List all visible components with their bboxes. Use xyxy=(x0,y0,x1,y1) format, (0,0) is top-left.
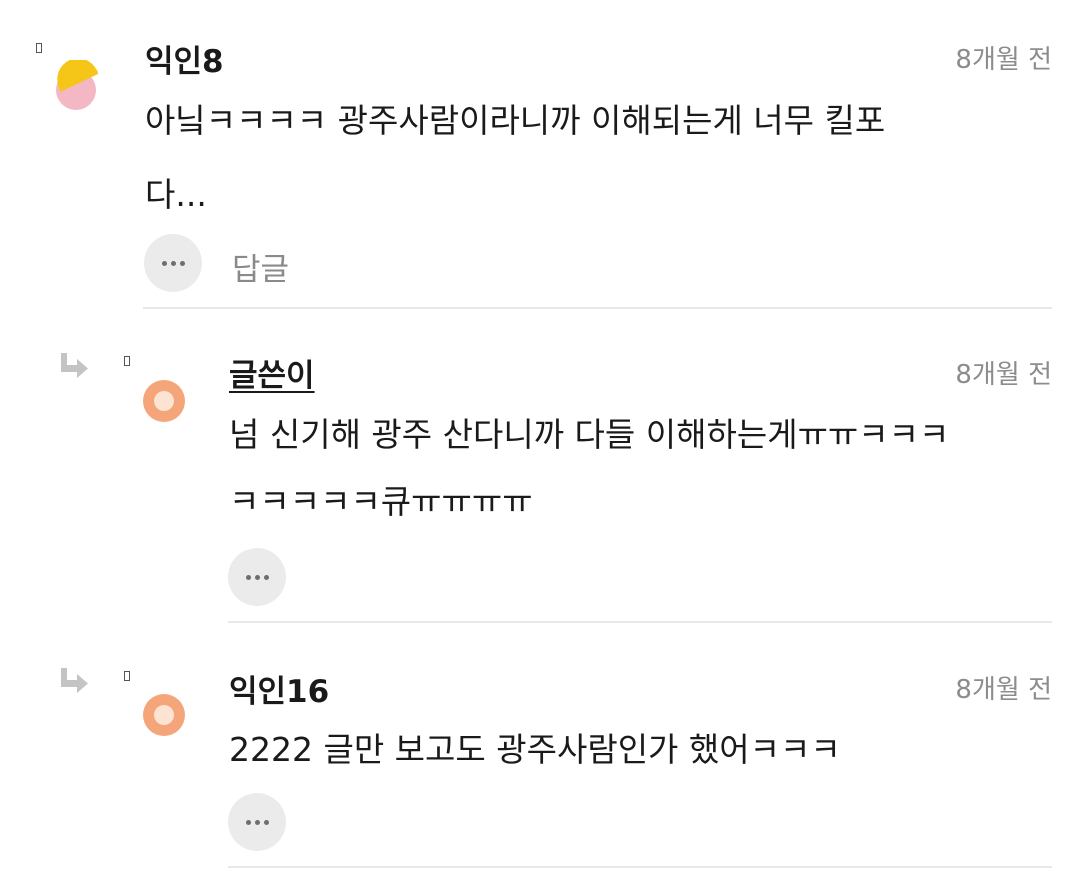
more-dot xyxy=(245,819,251,825)
orange-circle-avatar-icon[interactable] xyxy=(143,694,185,736)
comment-divider xyxy=(228,866,1052,868)
reply-arrow-icon xyxy=(60,667,90,693)
more-options-button[interactable] xyxy=(228,793,286,851)
more-dot xyxy=(254,819,260,825)
comment-author[interactable]: 익인16 xyxy=(229,666,329,711)
reply-comment-item: 익인16 8개월 전 2222 글만 보고도 광주사람인가 했어ㅋㅋㅋ xyxy=(0,0,1080,877)
comment-text-line: 2222 글만 보고도 광주사람인가 했어ㅋㅋㅋ xyxy=(229,730,841,769)
comment-marker-icon xyxy=(124,671,130,681)
more-dot xyxy=(263,819,269,825)
comment-timestamp: 8개월 전 xyxy=(955,675,1052,705)
